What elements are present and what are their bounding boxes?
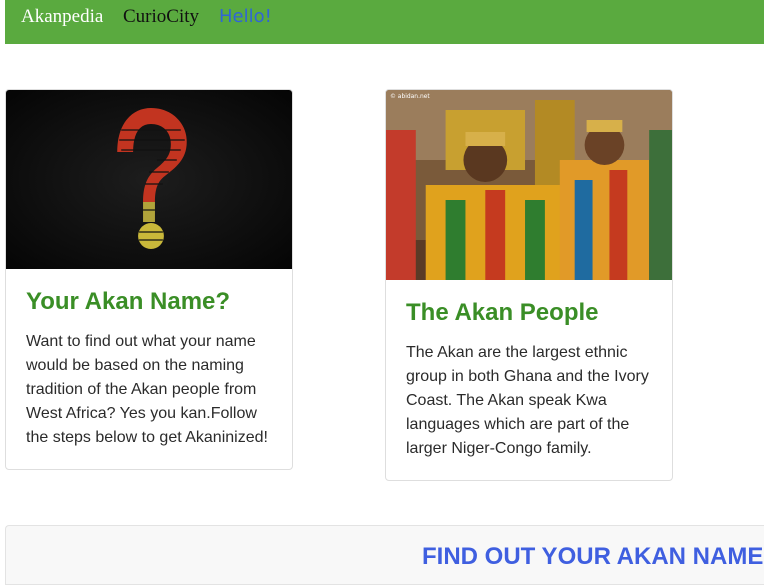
question-mark-word-cloud-image bbox=[6, 90, 292, 269]
card-title-akan-name: Your Akan Name? bbox=[26, 288, 231, 315]
akan-name-card: Your Akan Name? Want to find out what yo… bbox=[5, 89, 293, 470]
akan-royalty-photo: © abidan.net bbox=[386, 90, 672, 280]
photo-watermark: © abidan.net bbox=[390, 93, 430, 100]
nav-link-curiocity[interactable]: CurioCity bbox=[123, 6, 199, 28]
form-title: FIND OUT YOUR AKAN NAME bbox=[422, 543, 764, 570]
akan-people-card: © abidan.net The Akan People The Akan ar… bbox=[385, 89, 673, 481]
top-navbar: Akanpedia CurioCity Hello! bbox=[5, 0, 764, 44]
card-text-akan-people: The Akan are the largest ethnic group in… bbox=[406, 344, 649, 457]
nav-link-hello[interactable]: Hello! bbox=[219, 6, 272, 28]
card-title-akan-people: The Akan People bbox=[406, 299, 599, 326]
akan-name-form-section: FIND OUT YOUR AKAN NAME bbox=[5, 525, 764, 585]
card-text-akan-name: Want to find out what your name would be… bbox=[26, 333, 268, 446]
brand-link[interactable]: Akanpedia bbox=[21, 6, 103, 28]
